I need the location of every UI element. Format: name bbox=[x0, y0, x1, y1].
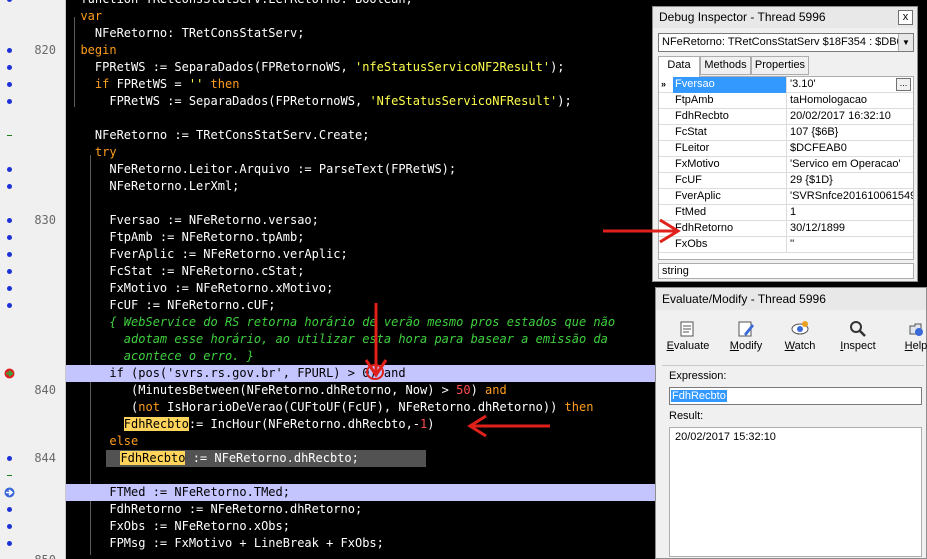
arrow-left-icon bbox=[467, 414, 550, 438]
annotation-arrows bbox=[364, 218, 681, 438]
arrow-right-icon bbox=[603, 218, 681, 244]
tab-data[interactable]: Data bbox=[658, 56, 700, 77]
